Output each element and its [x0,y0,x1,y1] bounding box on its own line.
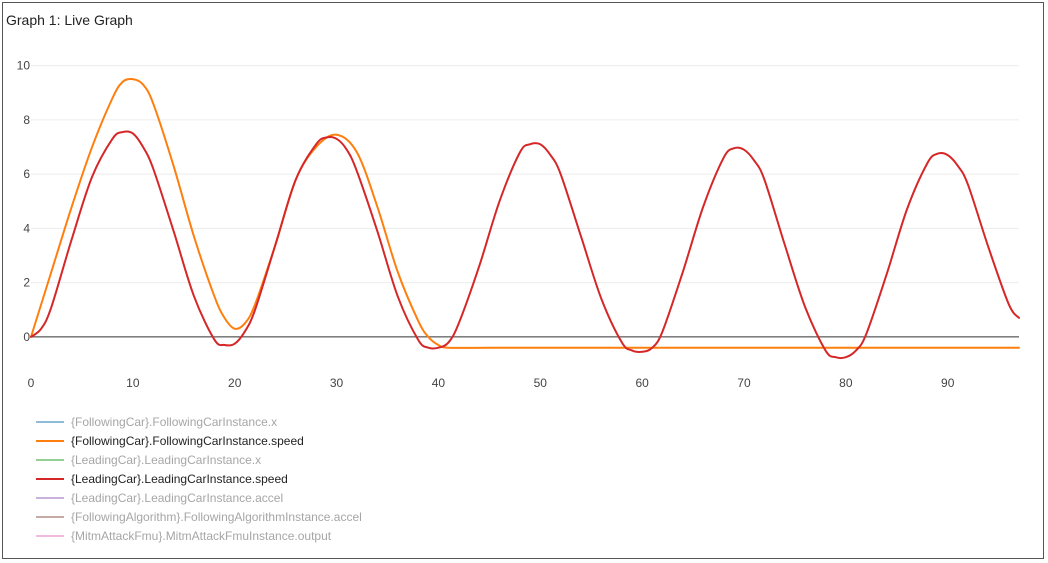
legend-label: {LeadingCar}.LeadingCarInstance.x [71,452,262,467]
legend-label: {FollowingAlgorithm}.FollowingAlgorithmI… [71,509,362,524]
series-line-1 [30,77,1020,349]
legend-swatch [36,534,64,537]
legend-swatch [36,420,64,423]
series-layer [30,77,1020,360]
legend-label: {MitmAttackFmu}.MitmAttackFmuInstance.ou… [71,528,332,543]
series-line-2 [30,130,1020,360]
x-tick-label: 50 [534,376,548,390]
legend-label: {LeadingCar}.LeadingCarInstance.accel [71,490,284,505]
x-tick-label: 60 [635,376,649,390]
legend-item[interactable]: {LeadingCar}.LeadingCarInstance.accel [36,488,362,507]
x-tick-label: 80 [839,376,853,390]
y-tick-label: 6 [23,167,30,181]
legend-swatch [36,477,64,480]
x-tick-label: 0 [28,376,35,390]
y-tick-label: 2 [23,276,30,290]
axes: 0 2 4 6 8 10 0 10 20 30 40 50 60 70 80 90 [17,59,1019,390]
chart-legend: {FollowingCar}.FollowingCarInstance.x {Fo… [36,412,362,545]
y-tick-label: 0 [23,330,30,344]
x-tick-label: 10 [126,376,140,390]
legend-item[interactable]: {LeadingCar}.LeadingCarInstance.x [36,450,362,469]
y-tick-label: 8 [23,113,30,127]
legend-swatch [36,496,64,499]
legend-item[interactable]: {FollowingCar}.FollowingCarInstance.x [36,412,362,431]
x-tick-label: 70 [737,376,751,390]
legend-label: {FollowingCar}.FollowingCarInstance.x [71,414,278,429]
legend-label: {FollowingCar}.FollowingCarInstance.spee… [71,433,304,448]
legend-item[interactable]: {LeadingCar}.LeadingCarInstance.speed [36,469,362,488]
legend-swatch [36,458,64,461]
legend-swatch [36,439,64,442]
line-chart: 0 2 4 6 8 10 0 10 20 30 40 50 60 70 80 90 [17,59,1020,390]
legend-label: {LeadingCar}.LeadingCarInstance.speed [71,471,288,486]
x-tick-label: 40 [432,376,446,390]
x-tick-label: 90 [941,376,955,390]
legend-item[interactable]: {FollowingAlgorithm}.FollowingAlgorithmI… [36,507,362,526]
y-tick-label: 4 [23,221,30,235]
x-tick-label: 30 [330,376,344,390]
legend-item[interactable]: {FollowingCar}.FollowingCarInstance.spee… [36,431,362,450]
legend-swatch [36,515,64,518]
x-tick-label: 20 [228,376,242,390]
y-tick-label: 10 [17,59,31,73]
legend-item[interactable]: {MitmAttackFmu}.MitmAttackFmuInstance.ou… [36,526,362,545]
